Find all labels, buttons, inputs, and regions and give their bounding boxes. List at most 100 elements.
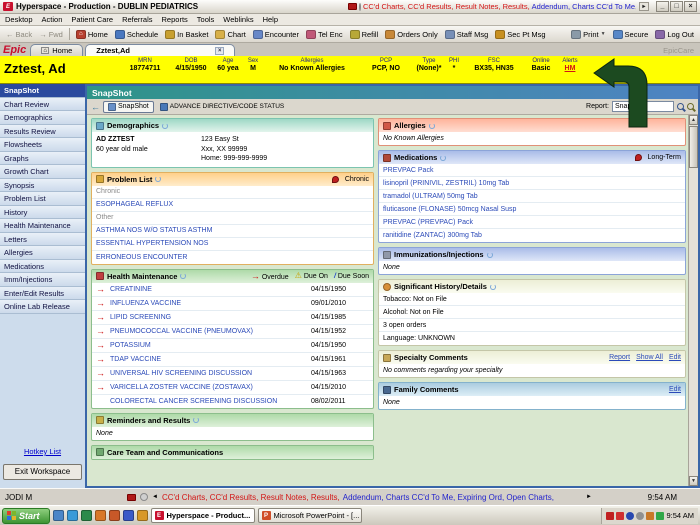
refresh-icon[interactable] <box>490 284 496 290</box>
report-input[interactable]: SnapShot <box>612 101 674 112</box>
schedule-button[interactable]: Schedule <box>112 29 161 40</box>
ticker-prev-icon[interactable]: ◄ <box>152 494 158 500</box>
ticker-next-button[interactable]: ► <box>639 2 649 11</box>
taskbar-item-hyperspace[interactable]: E Hyperspace - Product... <box>151 508 255 523</box>
quick-launch-icon-3[interactable] <box>81 510 92 521</box>
staff-msg-button[interactable]: Staff Msg <box>442 29 492 40</box>
sidebar-item-graphs[interactable]: Graphs <box>0 152 85 166</box>
sidebar-item-medications[interactable]: Medications <box>0 260 85 274</box>
tab-close-icon[interactable]: × <box>215 47 224 55</box>
medication-link[interactable]: lisinopril (PRINIVIL, ZESTRIL) 10mg Tab <box>379 177 685 190</box>
menu-tools[interactable]: Tools <box>197 15 215 24</box>
edit-link[interactable]: Edit <box>669 354 681 361</box>
long-term-filter-button[interactable]: Long-Term <box>635 154 681 161</box>
sidebar-item-snapshot[interactable]: SnapShot <box>0 84 85 98</box>
hotkey-list-link[interactable]: Hotkey List <box>0 447 85 456</box>
refresh-icon[interactable] <box>155 176 161 182</box>
sidebar-item-flowsheets[interactable]: Flowsheets <box>0 138 85 152</box>
hm-item-link[interactable]: PNEUMOCOCCAL VACCINE (PNEUMOVAX) <box>110 327 311 336</box>
refresh-icon[interactable] <box>193 417 199 423</box>
refresh-icon[interactable] <box>429 123 435 129</box>
sidebar-item-problem-list[interactable]: Problem List <box>0 192 85 206</box>
taskbar-item-powerpoint[interactable]: P Microsoft PowerPoint - [... <box>258 508 362 523</box>
tray-icon-2[interactable] <box>616 512 624 520</box>
sidebar-item-chart-review[interactable]: Chart Review <box>0 98 85 112</box>
refresh-icon[interactable] <box>162 123 168 129</box>
menu-desktop[interactable]: Desktop <box>5 15 33 24</box>
start-button[interactable]: Start <box>2 508 50 524</box>
minimize-button[interactable]: _ <box>656 1 669 12</box>
menu-patient-care[interactable]: Patient Care <box>71 15 113 24</box>
exit-workspace-button[interactable]: Exit Workspace <box>3 464 82 480</box>
quick-launch-icon-6[interactable] <box>123 510 134 521</box>
sidebar-item-imm-injections[interactable]: Imm/Injections <box>0 273 85 287</box>
hm-item-link[interactable]: POTASSIUM <box>110 341 311 350</box>
sec-pt-msg-button[interactable]: Sec Pt Msg <box>492 29 548 40</box>
medication-link[interactable]: tramadol (ULTRAM) 50mg Tab <box>379 190 685 203</box>
tel-enc-button[interactable]: Tel Enc <box>303 29 346 40</box>
refresh-icon[interactable] <box>180 273 186 279</box>
tray-icon-6[interactable] <box>656 512 664 520</box>
restore-button[interactable]: □ <box>670 1 683 12</box>
encounter-button[interactable]: Encounter <box>250 29 302 40</box>
menu-help[interactable]: Help <box>263 15 278 24</box>
hm-item-link[interactable]: COLORECTAL CANCER SCREENING DISCUSSION <box>110 397 311 406</box>
problem-link[interactable]: ESOPHAGEAL REFLUX <box>92 199 373 212</box>
report-link[interactable]: Report <box>609 354 630 361</box>
sidebar-item-growth-chart[interactable]: Growth Chart <box>0 165 85 179</box>
medication-link[interactable]: ranitidine (ZANTAC) 300mg Tab <box>379 229 685 242</box>
chart-button[interactable]: Chart <box>212 29 248 40</box>
vertical-scrollbar[interactable]: ▲ ▼ <box>688 115 698 486</box>
secure-button[interactable]: Secure <box>610 29 652 40</box>
menu-action[interactable]: Action <box>42 15 63 24</box>
sidebar-item-letters[interactable]: Letters <box>0 233 85 247</box>
hm-alert-link[interactable]: HM <box>556 65 584 72</box>
hm-item-link[interactable]: INFLUENZA VACCINE <box>110 299 311 308</box>
tray-icon-1[interactable] <box>606 512 614 520</box>
ticker-next-icon[interactable]: ► <box>586 494 592 500</box>
sidebar-item-demographics[interactable]: Demographics <box>0 111 85 125</box>
sidebar-item-results-review[interactable]: Results Review <box>0 125 85 139</box>
in-basket-button[interactable]: In Basket <box>162 29 211 40</box>
back-button[interactable]: ← Back <box>3 29 35 40</box>
menu-referrals[interactable]: Referrals <box>122 15 152 24</box>
advance-directive-button[interactable]: ADVANCE DIRECTIVE/CODE STATUS <box>157 101 288 113</box>
problem-link[interactable]: ERRONEOUS ENCOUNTER <box>92 251 373 264</box>
quick-launch-icon-4[interactable] <box>95 510 106 521</box>
scrollbar-thumb[interactable] <box>689 126 698 168</box>
quick-launch-icon-2[interactable] <box>67 510 78 521</box>
activity-back-icon[interactable]: ← <box>91 102 100 112</box>
menu-weblinks[interactable]: Weblinks <box>223 15 253 24</box>
search-icon[interactable] <box>677 103 684 110</box>
fwd-button[interactable]: → Fwd <box>36 29 66 40</box>
quick-launch-icon-7[interactable] <box>137 510 148 521</box>
hm-item-link[interactable]: LIPID SCREENING <box>110 313 311 322</box>
sidebar-item-enter-edit-results[interactable]: Enter/Edit Results <box>0 287 85 301</box>
hm-item-link[interactable]: CREATININE <box>110 285 311 294</box>
tab-patient[interactable]: Zztest,Ad × <box>85 44 235 56</box>
refill-button[interactable]: Refill <box>347 29 382 40</box>
snapshot-report-button[interactable]: SnapShot <box>103 101 154 113</box>
log-out-button[interactable]: Log Out <box>652 29 697 40</box>
problem-link[interactable]: ASTHMA NOS W/O STATUS ASTHM <box>92 225 373 238</box>
hm-item-link[interactable]: VARICELLA ZOSTER VACCINE (ZOSTAVAX) <box>110 383 311 392</box>
tray-icon-3[interactable] <box>626 512 634 520</box>
scroll-up-icon[interactable]: ▲ <box>689 115 698 125</box>
refresh-icon[interactable] <box>440 155 446 161</box>
sidebar-item-history[interactable]: History <box>0 206 85 220</box>
sidebar-item-allergies[interactable]: Allergies <box>0 246 85 260</box>
tray-icon-5[interactable] <box>646 512 654 520</box>
chronic-filter-button[interactable]: Chronic <box>332 176 369 183</box>
hm-item-link[interactable]: UNIVERSAL HIV SCREENING DISCUSSION <box>110 369 311 378</box>
print-button[interactable]: Print ▼ <box>568 29 608 40</box>
home-button[interactable]: ⌂ Home <box>73 29 111 40</box>
refresh-icon[interactable] <box>487 252 493 258</box>
quick-launch-icon-1[interactable] <box>53 510 64 521</box>
medication-link[interactable]: fluticasone (FLONASE) 50mcg Nasal Susp <box>379 203 685 216</box>
tray-icon-4[interactable] <box>636 512 644 520</box>
medication-link[interactable]: PREVPAC Pack <box>379 164 685 177</box>
quick-launch-icon-5[interactable] <box>109 510 120 521</box>
menu-reports[interactable]: Reports <box>162 15 188 24</box>
edit-link[interactable]: Edit <box>669 386 681 393</box>
tab-home[interactable]: ⌂ Home <box>30 44 83 56</box>
